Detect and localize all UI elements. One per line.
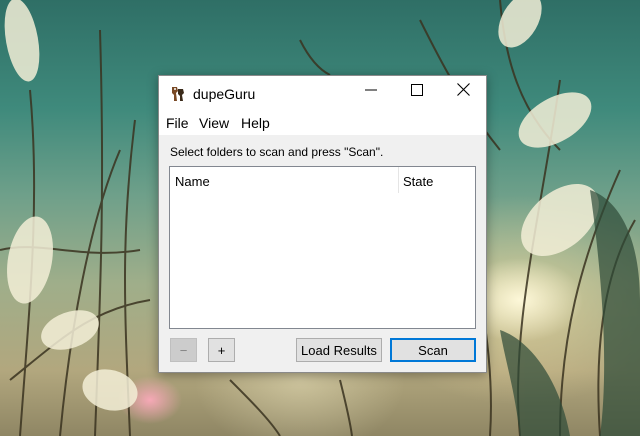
menu-help[interactable]: Help: [241, 115, 270, 131]
column-divider[interactable]: [398, 167, 399, 193]
menu-file[interactable]: File: [166, 115, 189, 131]
scan-button[interactable]: Scan: [390, 338, 476, 362]
add-folder-button[interactable]: +: [208, 338, 235, 362]
remove-folder-button[interactable]: −: [170, 338, 197, 362]
maximize-button[interactable]: [394, 76, 440, 108]
window-title: dupeGuru: [193, 86, 256, 102]
maximize-icon: [411, 83, 423, 101]
dupeguru-window: dupeGuru File View Help Select folders t…: [158, 75, 487, 373]
folder-list[interactable]: Name State: [169, 166, 476, 329]
column-header-name[interactable]: Name: [175, 167, 210, 193]
load-results-button[interactable]: Load Results: [296, 338, 382, 362]
minimize-icon: [365, 83, 377, 101]
column-header-state[interactable]: State: [403, 167, 433, 193]
title-bar[interactable]: dupeGuru: [159, 76, 486, 111]
menu-view[interactable]: View: [199, 115, 229, 131]
close-icon: [456, 83, 470, 101]
menu-bar: File View Help: [159, 111, 486, 135]
close-button[interactable]: [440, 76, 486, 108]
minimize-button[interactable]: [348, 76, 394, 108]
instruction-text: Select folders to scan and press "Scan".: [170, 145, 384, 159]
dupeguru-app-icon: [169, 85, 187, 103]
